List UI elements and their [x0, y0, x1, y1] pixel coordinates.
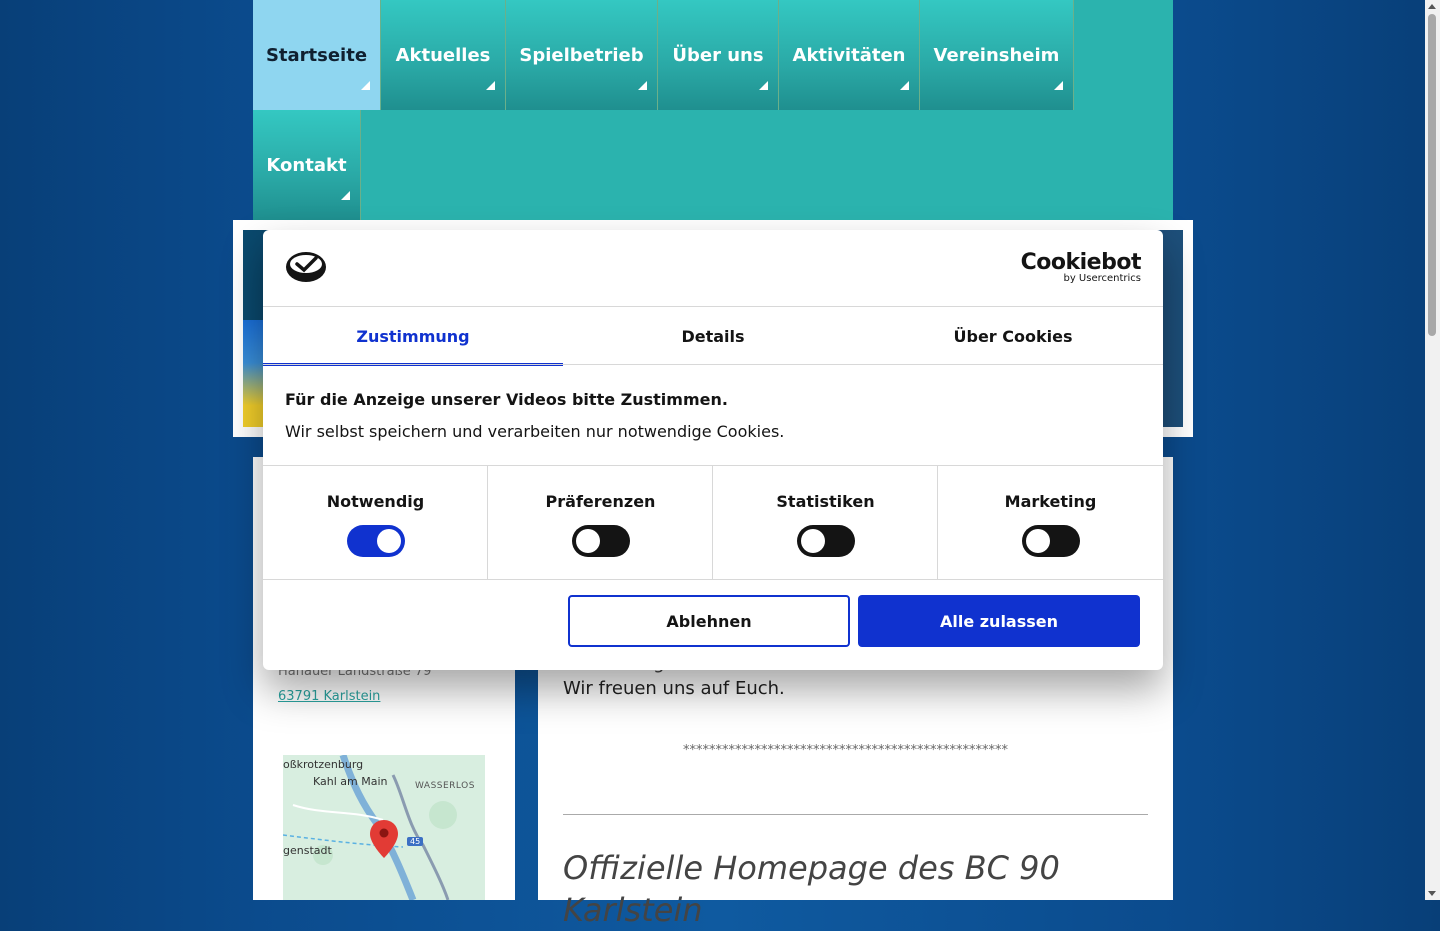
submenu-arrow-icon — [341, 191, 350, 200]
separator-stars: ****************************************… — [683, 743, 1008, 758]
submenu-arrow-icon — [1054, 81, 1063, 90]
submenu-arrow-icon — [900, 81, 909, 90]
nav-item-label: Startseite — [265, 44, 368, 66]
nav-item-ueber-uns[interactable]: Über uns — [658, 0, 779, 110]
category-label: Marketing — [1004, 492, 1097, 511]
map-label: genstadt — [283, 844, 332, 857]
tab-label: Über Cookies — [953, 326, 1073, 346]
category-label: Notwendig — [326, 492, 425, 511]
map-label: oßkrotzenburg — [283, 758, 364, 771]
submenu-arrow-icon — [361, 81, 370, 90]
address-city-link[interactable]: 63791 Karlstein — [278, 689, 380, 704]
nav-item-startseite[interactable]: Startseite — [253, 0, 381, 110]
banner-decoration — [243, 320, 263, 427]
page-scrollbar[interactable] — [1425, 0, 1440, 900]
scrollbar-thumb[interactable] — [1428, 14, 1436, 336]
road-shield: 45 — [407, 837, 424, 846]
toggle-knob — [575, 529, 600, 553]
cookie-logo-icon — [286, 252, 326, 282]
toggle-notwendig[interactable] — [346, 525, 405, 557]
nav-item-label: Über uns — [672, 44, 764, 66]
divider — [563, 814, 1148, 815]
scroll-down-icon[interactable] — [1428, 891, 1436, 896]
category-label: Statistiken — [776, 492, 875, 511]
nav-item-vereinsheim[interactable]: Vereinsheim — [920, 0, 1074, 110]
dialog-heading: Für die Anzeige unserer Videos bitte Zus… — [285, 390, 728, 409]
map-label: WASSERLOS — [415, 781, 475, 791]
nav-item-kontakt[interactable]: Kontakt — [253, 110, 361, 220]
tab-ueber-cookies[interactable]: Über Cookies — [863, 307, 1163, 365]
submenu-arrow-icon — [486, 81, 495, 90]
divider — [263, 364, 1163, 365]
nav-item-label: Aktivitäten — [792, 44, 906, 66]
nav-item-label: Spielbetrieb — [519, 44, 644, 66]
category-marketing: Marketing — [938, 466, 1163, 579]
toggle-statistiken[interactable] — [796, 525, 855, 557]
scroll-up-icon[interactable] — [1428, 4, 1436, 9]
accept-all-button[interactable]: Alle zulassen — [858, 595, 1140, 647]
toggle-knob — [800, 529, 825, 553]
cookiebot-brand[interactable]: Cookiebot by Usercentrics — [1020, 250, 1142, 284]
category-praeferenzen: Präferenzen — [488, 466, 713, 579]
nav-item-label: Vereinsheim — [933, 44, 1060, 66]
location-map[interactable]: oßkrotzenburg Kahl am Main WASSERLOS gen… — [283, 755, 485, 900]
map-pin-icon — [370, 820, 398, 858]
tab-details[interactable]: Details — [563, 307, 863, 365]
welcome-text: Wir freuen uns auf Euch. — [563, 678, 785, 699]
category-label: Präferenzen — [545, 492, 656, 511]
submenu-arrow-icon — [759, 81, 768, 90]
toggle-praeferenzen[interactable] — [571, 525, 630, 557]
cookiebot-logo-text: Cookiebot — [1020, 250, 1142, 275]
submenu-arrow-icon — [638, 81, 647, 90]
nav-item-label: Aktuelles — [395, 44, 491, 66]
category-notwendig: Notwendig — [263, 466, 488, 579]
divider — [263, 579, 1163, 580]
nav-item-aktuelles[interactable]: Aktuelles — [381, 0, 506, 110]
decline-button[interactable]: Ablehnen — [568, 595, 850, 647]
tab-label: Details — [681, 326, 745, 346]
nav-item-label: Kontakt — [266, 154, 347, 176]
category-statistiken: Statistiken — [713, 466, 938, 579]
toggle-knob — [1025, 529, 1050, 553]
toggle-knob — [376, 529, 401, 553]
cookie-consent-dialog: Cookiebot by Usercentrics Zustimmung Det… — [263, 230, 1163, 670]
toggle-marketing[interactable] — [1021, 525, 1080, 557]
tab-zustimmung[interactable]: Zustimmung — [263, 307, 563, 366]
dialog-body-text: Wir selbst speichern und verarbeiten nur… — [285, 422, 785, 441]
page-title: Offizielle Homepage des BC 90 Karlstein — [563, 849, 1060, 929]
nav-item-aktivitaeten[interactable]: Aktivitäten — [779, 0, 920, 110]
nav-item-spielbetrieb[interactable]: Spielbetrieb — [506, 0, 658, 110]
tab-label: Zustimmung — [356, 326, 470, 346]
map-label: Kahl am Main — [313, 775, 388, 788]
main-navigation: Startseite Aktuelles Spielbetrieb Über u… — [253, 0, 1173, 220]
